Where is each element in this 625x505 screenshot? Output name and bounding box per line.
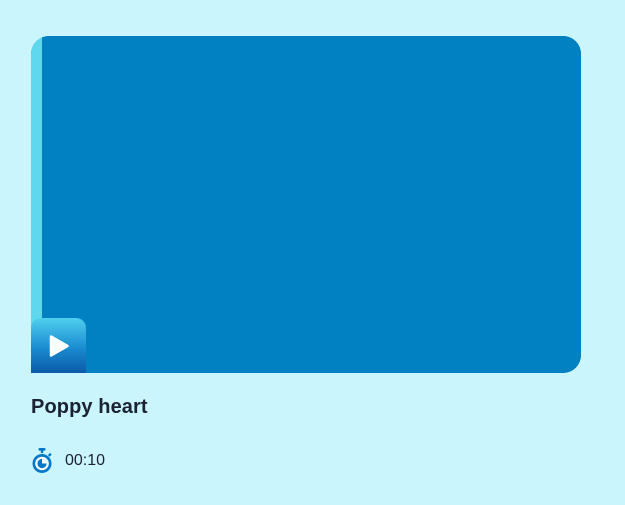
thumbnail-image (42, 36, 581, 373)
video-title: Poppy heart (31, 396, 148, 418)
stopwatch-icon (32, 448, 52, 473)
play-icon (49, 334, 69, 357)
video-thumbnail[interactable] (31, 36, 581, 373)
duration-text: 00:10 (65, 452, 106, 469)
play-button[interactable] (31, 318, 86, 373)
duration-row: 00:10 (30, 447, 105, 475)
